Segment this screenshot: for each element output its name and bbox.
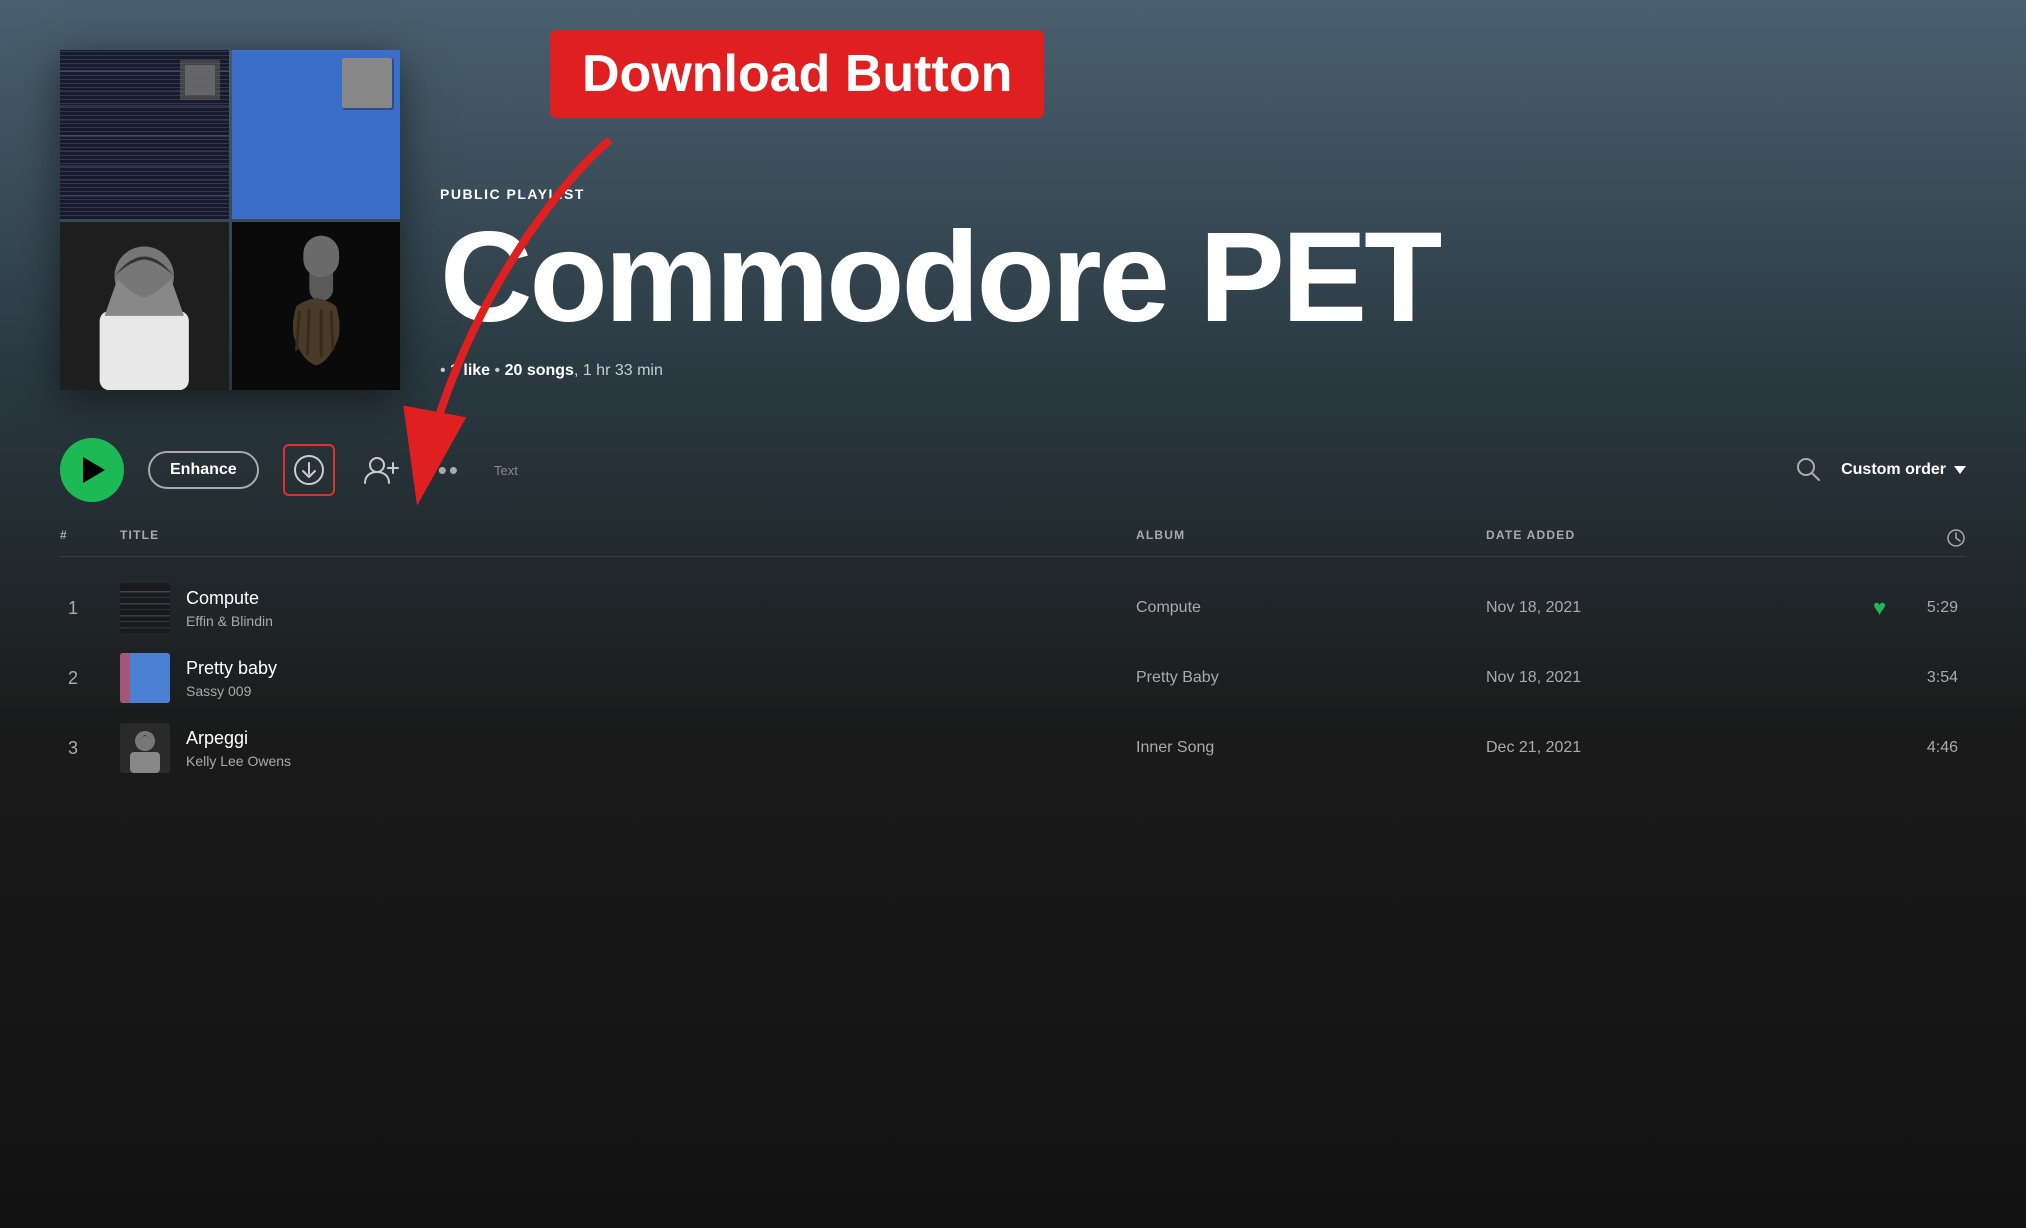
controls-bar: Enhance ••• Text Custom order [0, 420, 2026, 520]
track-name: Compute [186, 588, 273, 609]
annotation-label: Download Button [550, 30, 1044, 118]
more-options-button[interactable]: ••• [427, 455, 460, 486]
playlist-type-label: PUBLIC PLAYLIST [440, 186, 1966, 202]
track-artist: Effin & Blindin [186, 613, 273, 629]
playlist-cover [60, 50, 400, 390]
track-album: Pretty Baby [1136, 669, 1486, 687]
chevron-down-icon [1954, 466, 1966, 474]
track-artist: Kelly Lee Owens [186, 753, 291, 769]
play-icon [83, 457, 105, 483]
search-icon [1795, 456, 1821, 482]
custom-order-label: Custom order [1841, 461, 1946, 479]
thumb-art-3 [120, 723, 170, 773]
track-list-header: # TITLE ALBUM DATE ADDED [60, 520, 1966, 557]
text-label: Text [494, 463, 518, 478]
cover-cell-4 [232, 222, 401, 391]
thumb-art-2 [120, 653, 170, 703]
track-name: Pretty baby [186, 658, 277, 679]
col-header-duration [1886, 528, 1966, 548]
track-number: 2 [60, 668, 120, 689]
track-thumbnail [120, 583, 170, 633]
add-user-button[interactable] [359, 448, 403, 492]
col-header-num: # [60, 528, 120, 548]
playlist-info: PUBLIC PLAYLIST Commodore PET • 1 like •… [440, 186, 1966, 390]
cover-cell-3 [60, 222, 229, 391]
playlist-duration: 1 hr 33 min [583, 362, 663, 379]
col-header-date: DATE ADDED [1486, 528, 1786, 548]
search-button[interactable] [1795, 456, 1821, 485]
playlist-song-count: 20 songs [505, 362, 574, 379]
track-number: 3 [60, 738, 120, 759]
track-duration: 5:29 [1886, 599, 1966, 617]
track-title-area: Arpeggi Kelly Lee Owens [120, 723, 1136, 773]
track-date: Dec 21, 2021 [1486, 739, 1786, 757]
enhance-button[interactable]: Enhance [148, 451, 259, 489]
track-actions: ♥ [1786, 595, 1886, 621]
track-name: Arpeggi [186, 728, 291, 749]
track-artist: Sassy 009 [186, 683, 277, 699]
track-thumbnail [120, 653, 170, 703]
play-button[interactable] [60, 438, 124, 502]
thumb-art-1 [120, 583, 170, 633]
track-album: Inner Song [1136, 739, 1486, 757]
playlist-meta: • 1 like • 20 songs, 1 hr 33 min [440, 362, 1966, 380]
track-thumbnail [120, 723, 170, 773]
track-date: Nov 18, 2021 [1486, 669, 1786, 687]
playlist-likes: 1 like [450, 362, 490, 379]
table-row[interactable]: 1 Compute Effin & Blindin Compute [60, 573, 1966, 643]
download-button[interactable] [283, 444, 335, 496]
add-user-icon [363, 455, 399, 485]
col-header-spacer [1786, 528, 1886, 548]
track-info: Pretty baby Sassy 009 [186, 658, 277, 699]
table-row[interactable]: 2 Pretty baby Sassy 009 Pretty Baby Nov … [60, 643, 1966, 713]
controls-right: Custom order [1795, 456, 1966, 485]
clock-icon [1946, 528, 1966, 548]
cover-cell-1 [60, 50, 229, 219]
custom-order-button[interactable]: Custom order [1841, 461, 1966, 479]
track-list: # TITLE ALBUM DATE ADDED 1 [0, 520, 2026, 783]
track-title-area: Compute Effin & Blindin [120, 583, 1136, 633]
track-duration: 4:46 [1886, 739, 1966, 757]
cover-cell-2 [232, 50, 401, 219]
playlist-title: Commodore PET [440, 214, 1966, 342]
liked-icon[interactable]: ♥ [1873, 595, 1886, 621]
table-row[interactable]: 3 Arpeggi Kelly Lee Owens Inner Song Dec… [60, 713, 1966, 783]
track-title-area: Pretty baby Sassy 009 [120, 653, 1136, 703]
col-header-album: ALBUM [1136, 528, 1486, 548]
track-info: Arpeggi Kelly Lee Owens [186, 728, 291, 769]
track-duration: 3:54 [1886, 669, 1966, 687]
track-date: Nov 18, 2021 [1486, 599, 1786, 617]
download-icon [293, 454, 325, 486]
track-number: 1 [60, 598, 120, 619]
track-album: Compute [1136, 599, 1486, 617]
track-info: Compute Effin & Blindin [186, 588, 273, 629]
col-header-title: TITLE [120, 528, 1136, 548]
